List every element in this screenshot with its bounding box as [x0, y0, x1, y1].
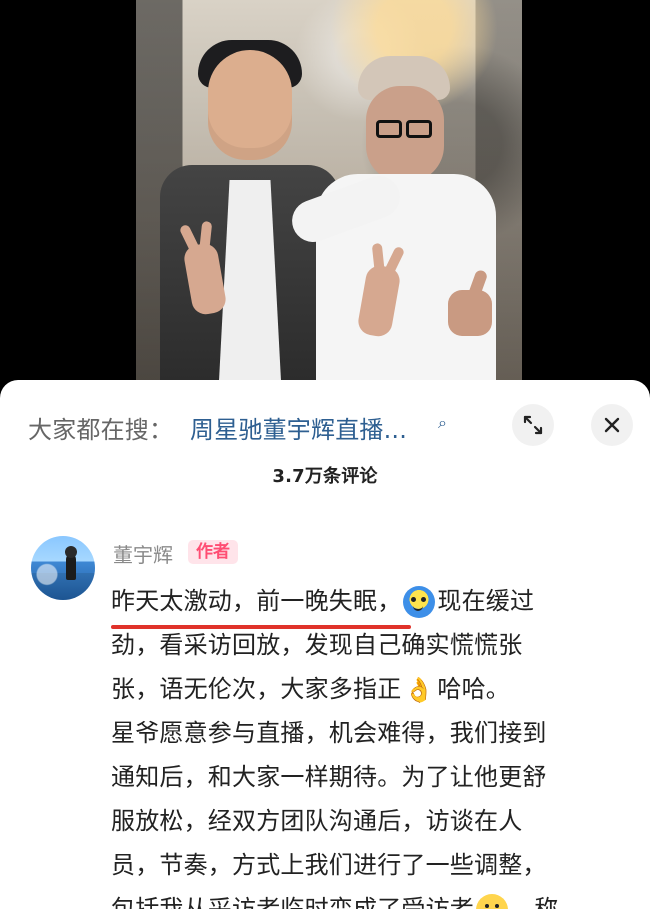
face [208, 50, 292, 160]
shared-photo [136, 0, 522, 400]
comment-line-1b: 现在缓过 [437, 587, 535, 615]
search-query-link[interactable]: 周星驰董宇辉直播... [190, 410, 407, 445]
comment-line-3a: 张，语无伦次，大家多指正 [111, 675, 402, 703]
comment-line-8a: 包括我从采访者临时变成了受访者 [111, 895, 474, 909]
comment-line-8b: ，称 [510, 895, 559, 909]
comment-line-3b: 哈哈。 [437, 675, 511, 703]
search-prefix: 大家都在搜： [28, 416, 174, 444]
comment-line-8: 包括我从采访者临时变成了受访者 ，称 [111, 887, 631, 909]
expand-button[interactable] [512, 404, 554, 446]
comment-item: 董宇辉 作者 昨天太激动，前一晚失眠， 现在缓过 劲，看采访回放，发现自己确实慌慌… [0, 536, 650, 909]
ok-hand-emoji: 👌 [404, 676, 435, 704]
search-icon[interactable]: ⌕ [438, 415, 452, 431]
comment-username[interactable]: 董宇辉 [113, 539, 173, 568]
avatar-person [65, 546, 77, 580]
smile-emoji [476, 894, 508, 909]
comment-line-1a: 昨天太激动，前一晚失眠， [111, 587, 402, 615]
expand-icon [523, 415, 543, 435]
comment-line-6: 服放松，经双方团队沟通后，访谈在人 [111, 807, 523, 835]
thumbs-up-hand [448, 290, 492, 336]
highlight-underline [111, 625, 411, 629]
comment-line-2: 劲，看采访回放，发现自己确实慌慌张 [111, 631, 523, 659]
comment-count: 3.7万条评论 [272, 466, 378, 487]
comment-line-5: 通知后，和大家一样期待。为了让他更舒 [111, 763, 547, 791]
comment-line-1: 昨天太激动，前一晚失眠， 现在缓过 [111, 579, 631, 623]
author-badge: 作者 [188, 540, 238, 564]
close-button[interactable] [591, 404, 633, 446]
comment-line-3: 张，语无伦次，大家多指正 👌 哈哈。 [111, 667, 631, 711]
photo-area [0, 0, 650, 400]
glasses-icon [376, 120, 432, 138]
avatar[interactable] [31, 536, 95, 600]
close-icon [604, 417, 620, 433]
comment-line-4: 星爷愿意参与直播，机会难得，我们接到 [111, 719, 547, 747]
blue-face-emoji [403, 586, 436, 618]
comment-line-7: 员，节奏，方式上我们进行了一些调整， [111, 851, 547, 879]
screen: 大家都在搜： 周星驰董宇辉直播... ⌕ 3.7万条评论 董宇辉 作者 昨天太激… [0, 0, 650, 909]
comments-panel: 大家都在搜： 周星驰董宇辉直播... ⌕ 3.7万条评论 董宇辉 作者 昨天太激… [0, 380, 650, 909]
person-right [286, 48, 496, 400]
search-bar[interactable]: 大家都在搜： 周星驰董宇辉直播... ⌕ [28, 398, 633, 456]
